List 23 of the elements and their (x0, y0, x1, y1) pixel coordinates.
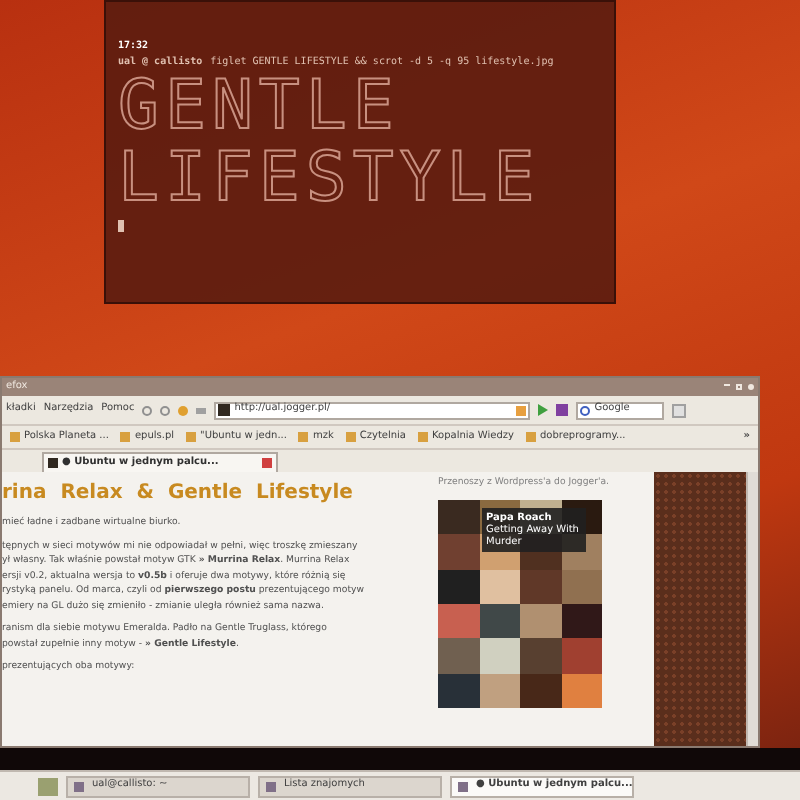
app-icon (74, 781, 84, 791)
terminal-cursor (118, 220, 124, 232)
app-icon (458, 781, 468, 791)
folder-icon (298, 432, 309, 442)
album-cover[interactable] (479, 569, 520, 604)
post-heading: rina Relax & Gentle Lifestyle (2, 480, 355, 508)
folder-icon (418, 432, 428, 442)
site-favicon (218, 404, 231, 416)
site-favicon (48, 458, 58, 468)
folder-icon (120, 432, 131, 442)
app-icon (266, 781, 276, 791)
scrollbar[interactable] (746, 472, 758, 746)
folder-icon (10, 432, 20, 442)
album-cover[interactable] (438, 499, 479, 535)
folder-icon (525, 432, 536, 442)
maximize-icon[interactable] (736, 384, 742, 390)
ascii-art-text: GENTLE (118, 70, 400, 142)
workspace-switcher-icon[interactable] (38, 777, 58, 795)
folder-icon (186, 432, 197, 442)
album-cover[interactable] (479, 673, 520, 708)
folder-icon (345, 432, 356, 442)
ascii-art-text: LIFESTYLE (118, 142, 541, 214)
search-engine-icon (580, 405, 591, 415)
